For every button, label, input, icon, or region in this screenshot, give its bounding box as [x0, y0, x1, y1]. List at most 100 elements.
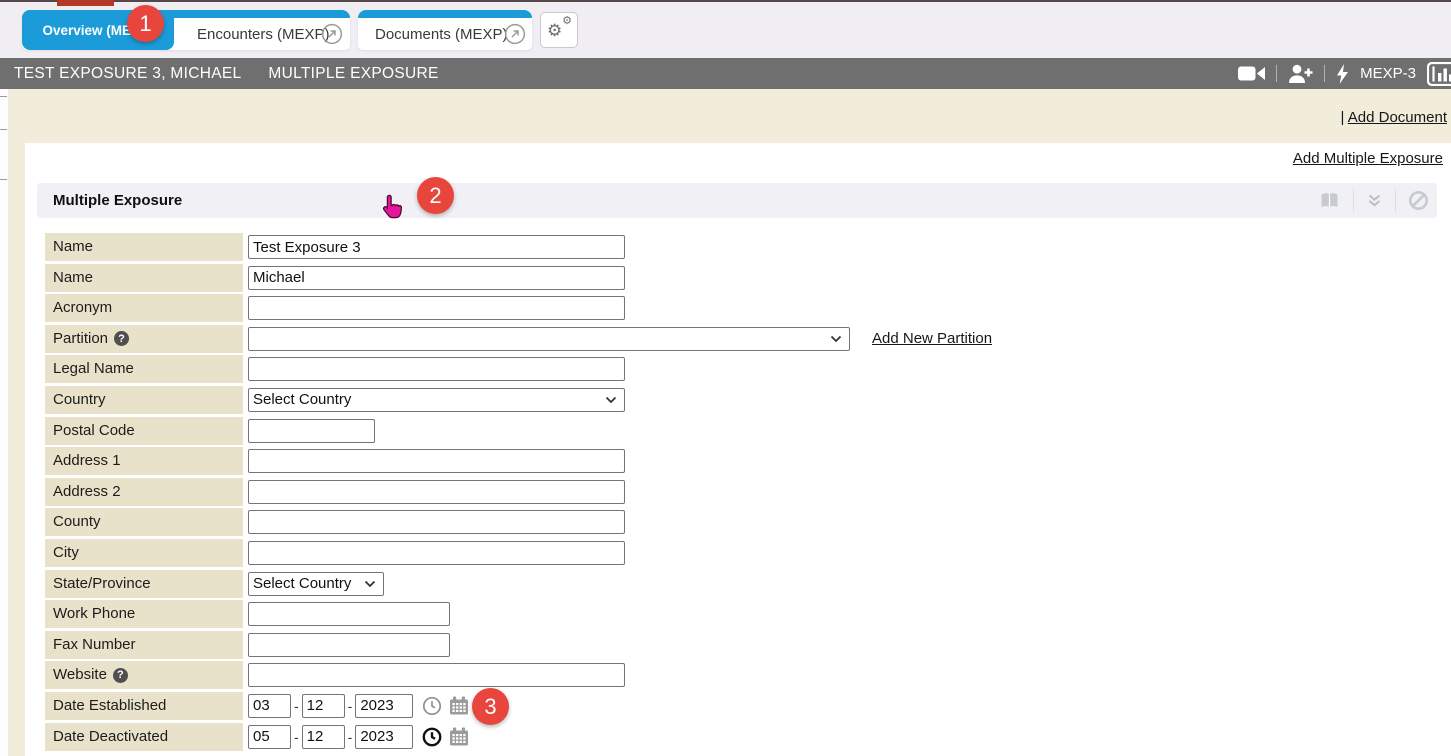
date-separator: -	[348, 698, 353, 714]
edge-tick	[0, 179, 7, 180]
form-row-acronym: Acronym	[45, 294, 992, 322]
form-row-partition: Partition? Add New Partition	[45, 325, 992, 353]
tab-settings-button[interactable]: ⚙︎ ⚙︎	[540, 12, 578, 48]
disable-circle-slash-icon[interactable]	[1408, 190, 1429, 211]
select-country[interactable]: Select Country	[248, 388, 625, 412]
date-separator: -	[294, 698, 299, 714]
journal-icon[interactable]	[1318, 191, 1341, 210]
field-label-acronym: Acronym	[45, 294, 243, 322]
field-cell-postal-code	[248, 419, 375, 443]
select-state-province[interactable]: Select Country	[248, 572, 384, 596]
field-label-text: County	[53, 508, 101, 536]
field-label-text: Address 2	[53, 478, 121, 506]
left-edge-strip	[0, 89, 8, 756]
tab-encounters[interactable]: Encounters (MEXP)	[174, 18, 330, 50]
toolbar-divider	[1324, 65, 1325, 82]
input-name[interactable]	[248, 266, 625, 290]
input-website[interactable]	[248, 663, 625, 687]
input-address-2[interactable]	[248, 480, 625, 504]
field-label-text: Legal Name	[53, 355, 134, 383]
lightning-icon[interactable]	[1336, 64, 1349, 84]
form-row-legal-name: Legal Name	[45, 355, 992, 383]
field-cell-county	[248, 510, 625, 534]
input-name[interactable]	[248, 235, 625, 259]
chevron-down-icon	[830, 335, 842, 343]
add-multiple-exposure-link[interactable]: Add Multiple Exposure	[1293, 150, 1443, 167]
input-legal-name[interactable]	[248, 357, 625, 381]
calendar-icon[interactable]	[449, 696, 469, 715]
field-label-partition: Partition?	[45, 325, 243, 353]
input-date-deactivated-day[interactable]	[302, 725, 345, 749]
input-postal-code[interactable]	[248, 419, 375, 443]
field-label-name: Name	[45, 233, 243, 261]
patient-header-bar: TEST EXPOSURE 3, MICHAEL MULTIPLE EXPOSU…	[0, 58, 1451, 89]
add-person-icon[interactable]	[1288, 64, 1313, 83]
add-new-partition-link[interactable]: Add New Partition	[872, 330, 992, 347]
field-label-text: Acronym	[53, 294, 112, 322]
calendar-icon[interactable]	[449, 727, 469, 746]
browser-tab-fragment	[57, 0, 114, 6]
field-label-text: Name	[53, 264, 93, 292]
select-partition[interactable]	[248, 327, 850, 351]
add-multiple-exposure-row: Add Multiple Exposure	[1293, 150, 1443, 167]
field-label-name: Name	[45, 264, 243, 292]
field-label-text: Name	[53, 233, 93, 261]
field-label-text: City	[53, 539, 79, 567]
field-label-address-2: Address 2	[45, 478, 243, 506]
add-document-row: | Add Document	[1341, 109, 1447, 126]
field-label-website: Website?	[45, 661, 243, 689]
annotation-badge-2: 2	[417, 177, 454, 214]
chevron-down-icon	[364, 580, 376, 588]
clock-icon[interactable]	[422, 696, 442, 716]
select-value: Select Country	[253, 575, 351, 592]
input-work-phone[interactable]	[248, 602, 450, 626]
chevron-down-icon	[605, 396, 617, 404]
input-acronym[interactable]	[248, 296, 625, 320]
input-date-deactivated-month[interactable]	[248, 725, 291, 749]
section-toolbar	[1318, 183, 1429, 218]
form-row-city: City	[45, 539, 992, 567]
video-camera-icon[interactable]	[1238, 65, 1265, 82]
field-label-country: Country	[45, 386, 243, 414]
field-label-date-established: Date Established	[45, 692, 243, 720]
input-county[interactable]	[248, 510, 625, 534]
annotation-badge-1: 1	[127, 5, 164, 42]
input-date-deactivated-year[interactable]	[355, 725, 413, 749]
help-icon[interactable]: ?	[114, 331, 129, 346]
form-row-website: Website?	[45, 661, 992, 689]
input-fax-number[interactable]	[248, 633, 450, 657]
collapse-double-chevron-icon[interactable]	[1366, 193, 1383, 209]
field-cell-address-2	[248, 480, 625, 504]
field-label-work-phone: Work Phone	[45, 600, 243, 628]
tab-documents[interactable]: Documents (MEXP)	[358, 18, 508, 50]
form-row-name: Name	[45, 233, 992, 261]
field-cell-date-established: --	[248, 694, 469, 718]
open-in-new-window-icon[interactable]	[504, 23, 526, 45]
flowsheet-chart-icon[interactable]	[1427, 62, 1451, 86]
tab-group-documents: Documents (MEXP)	[358, 10, 532, 50]
field-cell-acronym	[248, 296, 625, 320]
input-city[interactable]	[248, 541, 625, 565]
help-icon[interactable]: ?	[113, 668, 128, 683]
input-date-established-month[interactable]	[248, 694, 291, 718]
toolbar-divider	[1353, 189, 1354, 212]
form-row-state-province: State/ProvinceSelect Country	[45, 570, 992, 598]
field-label-county: County	[45, 508, 243, 536]
input-address-1[interactable]	[248, 449, 625, 473]
mouse-cursor-hand	[381, 194, 404, 226]
form-row-fax-number: Fax Number	[45, 631, 992, 659]
form-table: NameNameAcronymPartition?Add New Partiti…	[45, 233, 992, 753]
form-row-country: CountrySelect Country	[45, 386, 992, 414]
input-date-established-day[interactable]	[302, 694, 345, 718]
open-in-new-window-icon[interactable]	[321, 23, 343, 45]
tab-group-accent	[358, 10, 532, 18]
field-cell-address-1	[248, 449, 625, 473]
field-label-date-deactivated: Date Deactivated	[45, 723, 243, 751]
clock-icon[interactable]	[422, 727, 442, 747]
field-label-city: City	[45, 539, 243, 567]
input-date-established-year[interactable]	[355, 694, 413, 718]
link-separator: |	[1341, 109, 1345, 126]
add-document-link[interactable]: Add Document	[1348, 109, 1447, 126]
field-label-postal-code: Postal Code	[45, 417, 243, 445]
date-separator: -	[294, 729, 299, 745]
